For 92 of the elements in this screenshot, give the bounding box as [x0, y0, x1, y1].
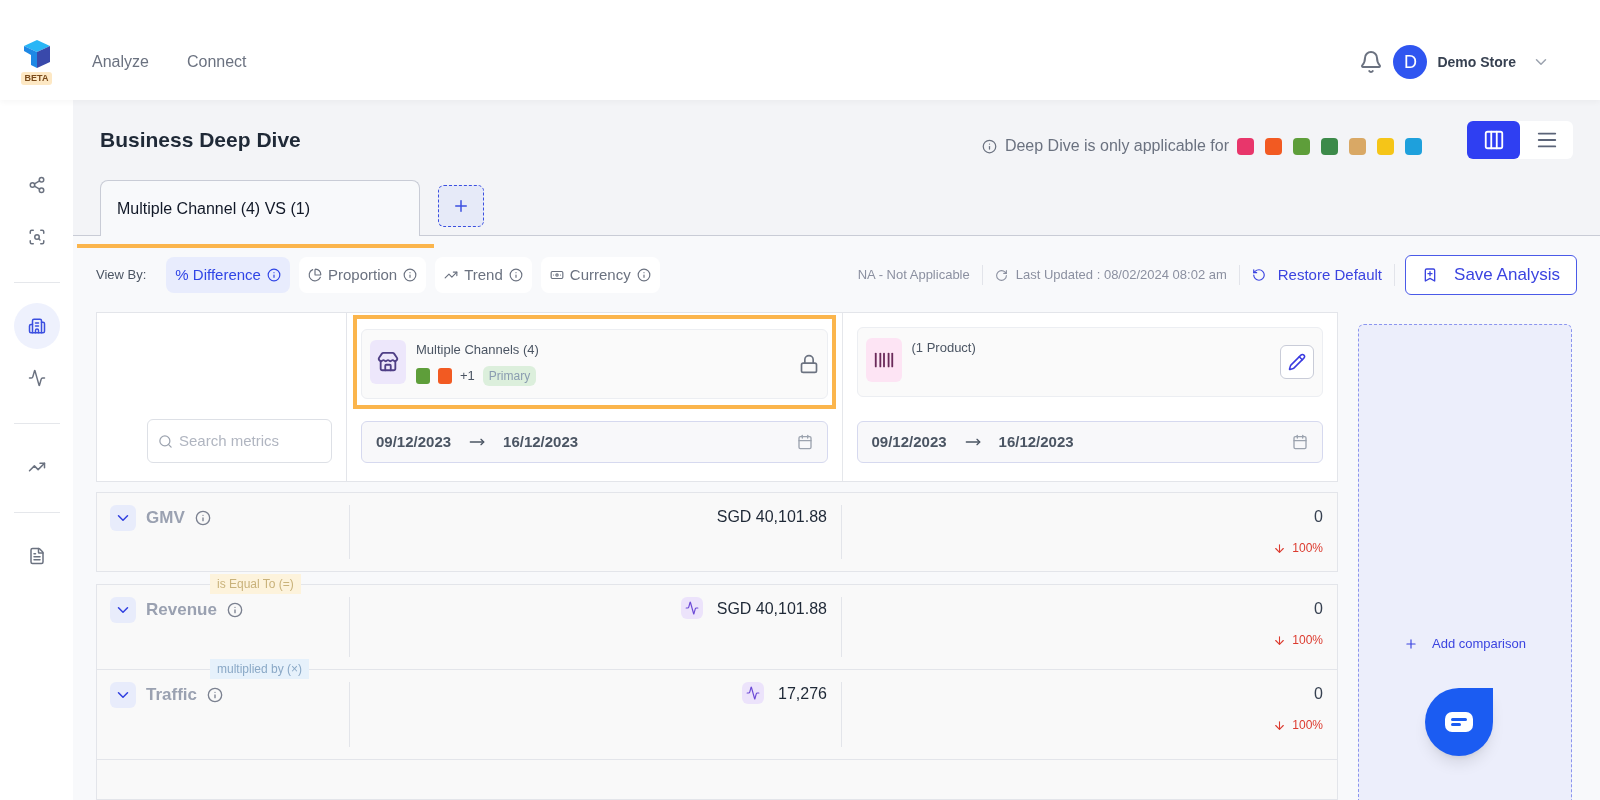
arrow-down-icon [1273, 718, 1287, 732]
view-by-chip[interactable]: % Difference [166, 257, 290, 293]
add-tab-button[interactable] [438, 185, 484, 227]
primary-value: 17,276 [778, 684, 827, 704]
metric-name: Revenue [146, 599, 217, 621]
proportion-icon [307, 268, 322, 282]
info-icon [508, 268, 523, 282]
analysis-tab[interactable]: Multiple Channel (4) VS (1) [100, 180, 420, 236]
arrow-down-icon [1273, 633, 1287, 647]
store-name[interactable]: Demo Store [1437, 51, 1516, 73]
chat-bubble-icon [1444, 711, 1474, 733]
page-title: Business Deep Dive [100, 127, 301, 154]
platform-logo-icon [1405, 137, 1422, 155]
end-date: 16/12/2023 [503, 431, 579, 452]
column-view-button[interactable] [1467, 121, 1520, 159]
change-value: 100% [1273, 716, 1323, 734]
date-range-field[interactable]: 09/12/2023 16/12/2023 [361, 421, 828, 463]
info-icon [194, 510, 211, 526]
comparison-title: (1 Product) [911, 339, 976, 357]
add-comparison-panel[interactable]: Add comparison [1358, 324, 1572, 800]
nav-glyph-icon [27, 547, 46, 565]
nav-link[interactable]: Connect [186, 50, 247, 74]
view-by-label: View By: [96, 266, 147, 285]
nav-link[interactable]: Analyze [92, 50, 149, 74]
nav-glyph-icon [27, 176, 46, 194]
currency-icon [549, 268, 564, 282]
info-icon [981, 138, 997, 154]
info-icon [226, 602, 243, 618]
primary-tag: Primary [482, 365, 537, 386]
metric-name: Traffic [146, 684, 198, 706]
shop-glyph-icon [377, 351, 399, 373]
platform-logo-icon [1237, 137, 1254, 155]
expand-toggle[interactable] [110, 682, 136, 708]
comparison-value: 0 [1314, 507, 1323, 527]
platform-logo-icon [1377, 137, 1394, 155]
beta-badge: BETA [20, 71, 53, 85]
primary-value: SGD 40,101.88 [716, 507, 827, 527]
info-icon [266, 268, 281, 282]
change-value: 100% [1273, 631, 1323, 649]
search-icon [158, 433, 173, 449]
view-by-chip[interactable]: Proportion [298, 257, 427, 293]
search-input[interactable]: Search metrics [179, 429, 321, 453]
arrow-down-icon [1273, 541, 1287, 555]
primary-value: SGD 40,101.88 [716, 599, 827, 619]
lock-icon [798, 354, 819, 374]
expand-toggle[interactable] [110, 597, 136, 623]
plus-icon [452, 197, 470, 215]
sidebar-nav-icon[interactable] [13, 303, 60, 349]
cube-logo-icon [23, 39, 50, 70]
save-analysis-button[interactable]: Save Analysis [1405, 255, 1577, 295]
comparison-card[interactable]: Multiple Channels (4) +1 Primary [361, 329, 828, 399]
last-updated-text: Last Updated : 08/02/2024 08:02 am [1015, 266, 1227, 285]
more-count: +1 [460, 366, 475, 385]
edit-button[interactable] [1280, 345, 1314, 379]
nav-glyph-icon [27, 317, 46, 335]
start-date: 09/12/2023 [871, 431, 947, 452]
expand-toggle[interactable] [110, 505, 136, 531]
nav-glyph-icon [27, 369, 46, 387]
platform-logo-icon [1349, 137, 1366, 155]
na-note: NA - Not Applicable [857, 265, 983, 285]
change-value: 100% [1273, 539, 1323, 557]
platform-logo-icon [1293, 137, 1310, 155]
comparison-title: Multiple Channels (4) [416, 341, 539, 359]
info-icon [636, 268, 651, 282]
platform-logo-icon [1321, 137, 1338, 155]
nav-glyph-icon [27, 228, 46, 246]
calendar-icon [1292, 434, 1308, 450]
date-range-field[interactable]: 09/12/2023 16/12/2023 [856, 421, 1323, 463]
refresh-icon [994, 268, 1008, 282]
plus-icon [1404, 637, 1418, 651]
view-by-chip[interactable]: Trend [435, 257, 532, 293]
notification-icon[interactable] [1359, 50, 1384, 74]
calendar-icon [796, 434, 813, 450]
view-by-chip[interactable]: Currency [540, 257, 660, 293]
columns-icon [1482, 129, 1505, 151]
end-date: 16/12/2023 [998, 431, 1074, 452]
info-icon [403, 268, 418, 282]
restore-default-button[interactable]: Restore Default [1239, 263, 1395, 287]
operator-label: is Equal To (=) [210, 574, 301, 594]
undo-icon [1251, 268, 1266, 282]
metric-name: GMV [146, 507, 185, 529]
search-field[interactable]: Search metrics [147, 419, 332, 463]
platform-logo-icon [1265, 137, 1282, 155]
avatar[interactable]: D [1393, 45, 1428, 79]
operator-label: multiplied by (×) [210, 659, 310, 679]
comparison-card[interactable]: (1 Product) [856, 327, 1323, 397]
info-icon [207, 687, 224, 703]
pencil-icon [1288, 353, 1306, 371]
notice-text: Deep Dive is only applicable for [1004, 136, 1229, 156]
comparison-value: 0 [1314, 684, 1323, 704]
comparison-value: 0 [1314, 599, 1323, 619]
start-date: 09/12/2023 [376, 431, 452, 452]
